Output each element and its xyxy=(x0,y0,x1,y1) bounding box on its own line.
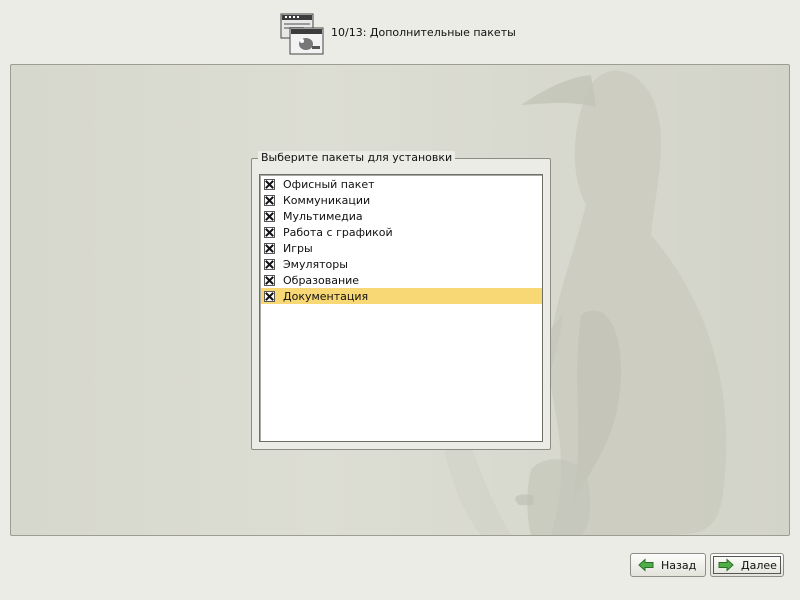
list-item-emulators[interactable]: Эмуляторы xyxy=(261,256,542,272)
list-item-label: Офисный пакет xyxy=(283,177,375,191)
list-item-label: Образование xyxy=(283,273,360,287)
checkbox-checked-icon[interactable] xyxy=(264,226,275,238)
list-item-games[interactable]: Игры xyxy=(261,240,542,256)
list-item-label: Коммуникации xyxy=(283,193,371,207)
list-item-label: Игры xyxy=(283,241,313,255)
main-panel: Выберите пакеты для установки Офисный па… xyxy=(10,64,790,536)
checkbox-checked-icon[interactable] xyxy=(264,210,275,222)
package-list[interactable]: Офисный пакет Коммуникации Мультимедиа Р… xyxy=(259,174,543,442)
list-item-multimedia[interactable]: Мультимедиа xyxy=(261,208,542,224)
checkbox-checked-icon[interactable] xyxy=(264,290,275,302)
checkbox-checked-icon[interactable] xyxy=(264,274,275,286)
checkbox-checked-icon[interactable] xyxy=(264,242,275,254)
header: 10/13: Дополнительные пакеты xyxy=(0,0,800,60)
back-button-label: Назад xyxy=(661,558,697,572)
list-item-office[interactable]: Офисный пакет xyxy=(261,176,542,192)
next-button-label: Далее xyxy=(741,558,777,572)
installer-stage-icon xyxy=(280,12,324,56)
next-button[interactable]: Далее xyxy=(710,553,784,577)
checkbox-checked-icon[interactable] xyxy=(264,258,275,270)
list-item-label: Работа с графикой xyxy=(283,225,393,239)
list-item-documentation[interactable]: Документация xyxy=(261,288,542,304)
back-button[interactable]: Назад xyxy=(630,553,706,577)
list-item-communications[interactable]: Коммуникации xyxy=(261,192,542,208)
list-item-education[interactable]: Образование xyxy=(261,272,542,288)
page-title: 10/13: Дополнительные пакеты xyxy=(331,26,516,39)
arrow-left-icon xyxy=(638,558,654,572)
package-group: Выберите пакеты для установки Офисный па… xyxy=(251,151,551,450)
list-item-graphics[interactable]: Работа с графикой xyxy=(261,224,542,240)
list-item-label: Документация xyxy=(283,289,369,303)
arrow-right-icon xyxy=(718,558,734,572)
group-legend: Выберите пакеты для установки xyxy=(258,151,456,164)
list-item-label: Мультимедиа xyxy=(283,209,363,223)
checkbox-checked-icon[interactable] xyxy=(264,178,275,190)
list-item-label: Эмуляторы xyxy=(283,257,348,271)
checkbox-checked-icon[interactable] xyxy=(264,194,275,206)
